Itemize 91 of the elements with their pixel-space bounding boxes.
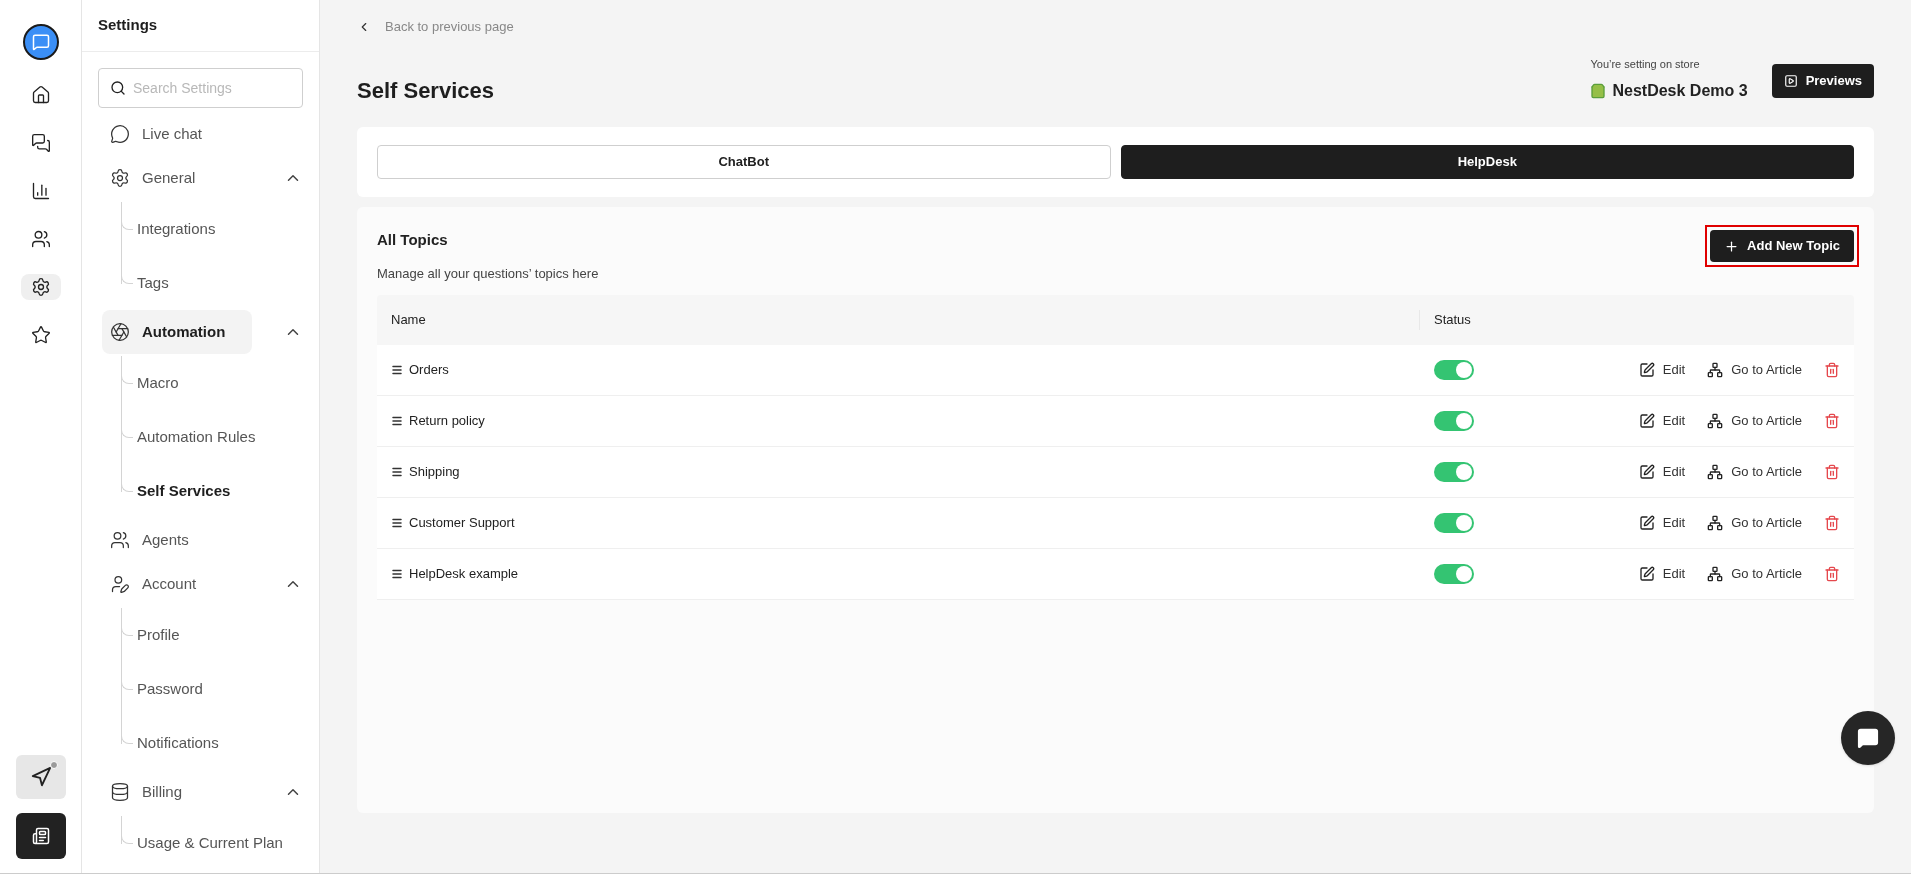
delete-button[interactable] <box>1824 362 1840 378</box>
sidebar-item[interactable]: Billing <box>102 770 252 814</box>
status-toggle[interactable] <box>1434 411 1474 431</box>
sidebar-subitem[interactable]: Usage & Current Plan <box>137 831 283 855</box>
tab[interactable]: HelpDesk <box>1120 145 1854 179</box>
topic-name: Shipping <box>409 463 460 482</box>
shopping-bag-icon <box>1590 82 1607 99</box>
go-to-article-button[interactable]: Go to Article <box>1707 564 1802 584</box>
sidebar-item[interactable]: Automation <box>102 310 252 354</box>
drag-handle-icon[interactable] <box>391 517 403 529</box>
go-to-article-button[interactable]: Go to Article <box>1707 513 1802 533</box>
sidebar-subitem[interactable]: Self Services <box>137 479 231 503</box>
edit-button[interactable]: Edit <box>1638 360 1686 380</box>
sidebar-subitem[interactable]: Tags <box>137 271 169 295</box>
sidebar-item[interactable]: Agents <box>102 518 252 562</box>
drag-handle-icon[interactable] <box>391 568 403 580</box>
search-icon <box>110 80 126 96</box>
go-to-article-button[interactable]: Go to Article <box>1707 360 1802 380</box>
sidebar-item[interactable]: General <box>102 156 252 200</box>
launcher-button[interactable] <box>15 755 66 799</box>
edit-icon <box>1638 515 1655 531</box>
add-topic-button[interactable]: Add New Topic <box>1710 230 1854 262</box>
topic-name: HelpDesk example <box>409 565 519 584</box>
section-subtitle: Manage all your questions’ topics here <box>377 264 599 283</box>
users-icon <box>110 530 130 550</box>
sidebar-subitem[interactable]: Password <box>137 677 203 701</box>
sidebar-subitem[interactable]: Integrations <box>137 217 216 241</box>
drag-handle-icon[interactable] <box>391 466 403 478</box>
tab[interactable]: ChatBot <box>377 145 1111 179</box>
navigation-arrow-icon <box>29 766 52 788</box>
delete-button[interactable] <box>1824 566 1840 582</box>
play-icon <box>1783 74 1798 88</box>
edit-button[interactable]: Edit <box>1638 462 1686 482</box>
trash-icon <box>1824 566 1840 582</box>
drag-handle-icon[interactable] <box>391 415 403 427</box>
store-caption: You’re setting on store <box>1590 57 1701 72</box>
hierarchy-icon <box>1707 413 1724 429</box>
app-logo-icon[interactable] <box>22 24 59 60</box>
status-toggle[interactable] <box>1434 360 1474 380</box>
sidebar-item[interactable]: Account <box>102 562 252 606</box>
column-header: Name <box>377 310 1420 330</box>
previews-button[interactable]: Previews <box>1771 64 1874 98</box>
sidebar-item[interactable]: Live chat <box>102 112 252 156</box>
edit-icon <box>1638 362 1655 378</box>
aperture-icon <box>110 322 130 342</box>
edit-button[interactable]: Edit <box>1638 513 1686 533</box>
sidebar-subitem[interactable]: Profile <box>137 623 180 647</box>
hierarchy-icon <box>1707 362 1724 378</box>
message-icon <box>1857 727 1879 749</box>
status-toggle[interactable] <box>1434 564 1474 584</box>
status-toggle[interactable] <box>1434 513 1474 533</box>
settings-icon[interactable] <box>20 274 61 300</box>
delete-button[interactable] <box>1824 413 1840 429</box>
chat-launcher-button[interactable] <box>1841 711 1895 765</box>
sidebar-subitem[interactable]: Notifications <box>137 731 219 755</box>
settings-icon <box>110 168 130 188</box>
trash-icon <box>1824 362 1840 378</box>
trash-icon <box>1824 515 1840 531</box>
page-title: Self Services <box>357 77 494 105</box>
delete-button[interactable] <box>1824 464 1840 480</box>
edit-button[interactable]: Edit <box>1638 564 1686 584</box>
hierarchy-icon <box>1707 566 1724 582</box>
trash-icon <box>1824 413 1840 429</box>
sidebar-subitem[interactable]: Automation Rules <box>137 425 256 449</box>
edit-icon <box>1638 566 1655 582</box>
sidebar-title: Settings <box>98 15 158 36</box>
drag-handle-icon[interactable] <box>391 364 403 376</box>
edit-button[interactable]: Edit <box>1638 411 1686 431</box>
notes-button[interactable] <box>15 813 66 859</box>
edit-icon <box>1638 413 1655 429</box>
status-toggle[interactable] <box>1434 462 1474 482</box>
sidebar-subitem[interactable]: Macro <box>137 371 179 395</box>
trash-icon <box>1824 464 1840 480</box>
store-name: NestDesk Demo 3 <box>1612 80 1748 101</box>
topic-name: Orders <box>409 361 449 380</box>
column-header: Status <box>1433 311 1471 330</box>
topic-name: Customer Support <box>409 514 515 533</box>
user-pen-icon <box>110 574 130 594</box>
plus-icon <box>1724 238 1740 254</box>
topic-name: Return policy <box>409 412 485 431</box>
edit-icon <box>1638 464 1655 480</box>
go-to-article-button[interactable]: Go to Article <box>1707 462 1802 482</box>
newspaper-icon <box>31 827 50 845</box>
go-to-article-button[interactable]: Go to Article <box>1707 411 1802 431</box>
search-field[interactable]: Search Settings <box>98 68 303 108</box>
hierarchy-icon <box>1707 464 1724 480</box>
database-icon <box>110 782 130 802</box>
delete-button[interactable] <box>1824 515 1840 531</box>
chat-bubble-icon <box>110 124 130 144</box>
section-title: All Topics <box>377 230 449 250</box>
hierarchy-icon <box>1707 515 1724 531</box>
